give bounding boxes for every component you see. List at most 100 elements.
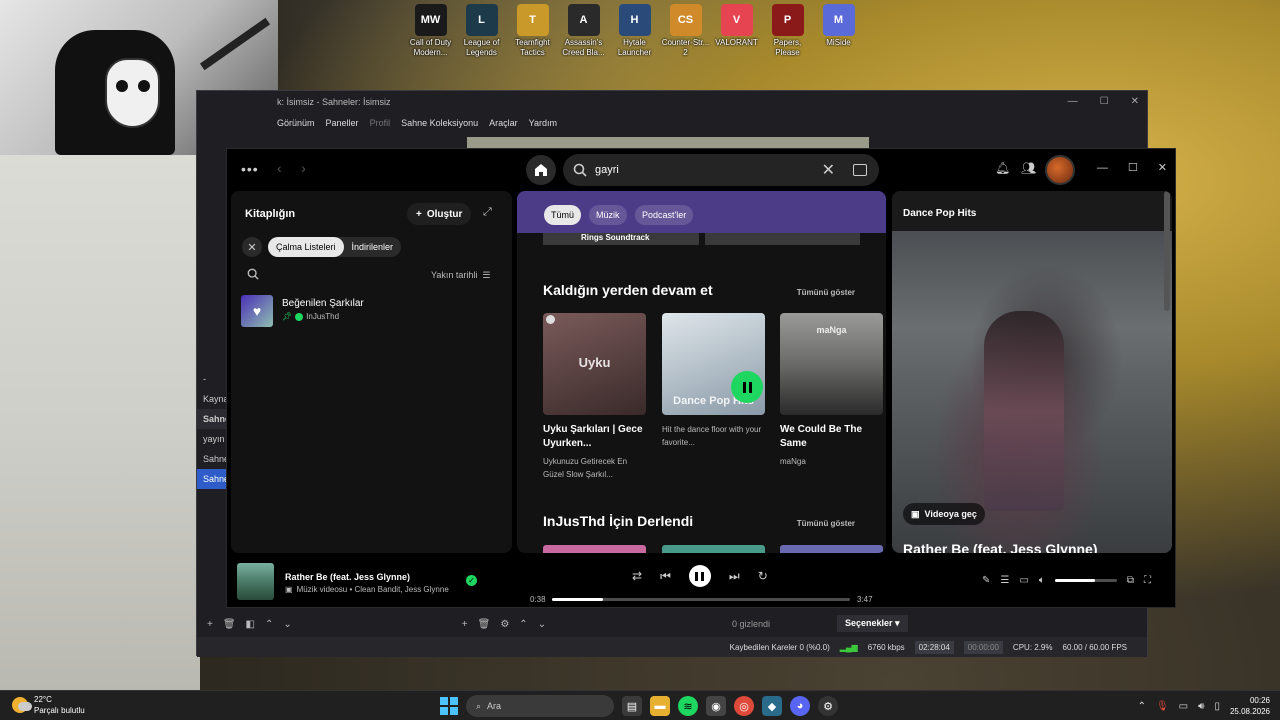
- card[interactable]: [780, 545, 883, 553]
- file-explorer-icon[interactable]: ▬: [650, 696, 670, 716]
- card[interactable]: maNga We Could Be The Same maNga: [780, 313, 884, 468]
- move-up-icon[interactable]: ⌃: [265, 619, 273, 630]
- volume-icon[interactable]: 🔊︎: [1198, 701, 1204, 712]
- menu-help[interactable]: Yardım: [529, 118, 557, 128]
- obs-icon[interactable]: ◉: [706, 696, 726, 716]
- move-down-icon[interactable]: ⌄: [283, 619, 291, 630]
- track-art[interactable]: [237, 563, 274, 600]
- menu-tools[interactable]: Araçlar: [489, 118, 518, 128]
- expand-icon[interactable]: ⤢: [483, 206, 492, 219]
- weather-widget[interactable]: 22°C Parçalı bulutlu: [12, 694, 85, 716]
- store-icon[interactable]: ◆: [762, 696, 782, 716]
- create-button[interactable]: + Oluştur: [407, 203, 472, 225]
- more-menu-icon[interactable]: •••: [241, 161, 259, 177]
- show-all-link[interactable]: Tümünü göster: [797, 519, 855, 528]
- source-down-icon[interactable]: ⌄: [538, 619, 546, 630]
- track-artists[interactable]: Müzik videosu • Clean Bandit, Jess Glynn…: [297, 585, 449, 594]
- forward-icon[interactable]: ›: [301, 160, 306, 176]
- settings-icon[interactable]: ⚙: [500, 619, 509, 630]
- delete-source-icon[interactable]: 🗑: [478, 619, 491, 630]
- library-search-icon[interactable]: [247, 268, 259, 283]
- switch-to-video-button[interactable]: ▣ Videoya geç: [903, 503, 985, 525]
- close-icon[interactable]: ✕: [1158, 161, 1167, 174]
- desktop-shortcut[interactable]: CS Counter-Str... 2: [660, 4, 711, 58]
- queue-icon[interactable]: ☰: [1000, 575, 1009, 586]
- friend-activity-icon[interactable]: 👥︎: [1021, 161, 1036, 175]
- next-icon[interactable]: ⏭︎: [729, 569, 740, 584]
- chip-playlists[interactable]: Çalma Listeleri: [268, 237, 344, 257]
- fullscreen-icon[interactable]: ⛶: [1144, 575, 1151, 586]
- steam-icon[interactable]: ⚙: [818, 696, 838, 716]
- desktop-shortcut[interactable]: V VALORANT: [711, 4, 762, 58]
- menu-docks[interactable]: Paneller: [326, 118, 359, 128]
- filter-icon[interactable]: ◧: [246, 619, 255, 630]
- card[interactable]: [543, 545, 646, 553]
- desktop-shortcut[interactable]: L League of Legends: [456, 4, 507, 58]
- volume-icon[interactable]: 🔈︎: [1039, 575, 1045, 586]
- pause-button[interactable]: [731, 371, 763, 403]
- back-icon[interactable]: ‹: [277, 160, 282, 176]
- minimize-icon[interactable]: —: [1068, 96, 1078, 107]
- add-source-icon[interactable]: +: [462, 619, 468, 630]
- desktop-shortcut[interactable]: P Papers, Please: [762, 4, 813, 58]
- source-up-icon[interactable]: ⌃: [519, 619, 527, 630]
- mic-icon[interactable]: ✎: [982, 575, 990, 586]
- saved-check-icon[interactable]: ✓: [466, 575, 477, 586]
- connect-device-icon[interactable]: ▭: [1019, 575, 1028, 586]
- close-icon[interactable]: ✕: [1131, 96, 1139, 107]
- progress-bar[interactable]: [552, 598, 850, 601]
- minimize-icon[interactable]: —: [1097, 162, 1108, 174]
- scrollbar[interactable]: [1164, 191, 1170, 311]
- scene-item[interactable]: yayın: [197, 429, 229, 449]
- avatar[interactable]: [1045, 155, 1075, 185]
- previous-icon[interactable]: ⏮︎: [660, 569, 671, 584]
- spotify-icon[interactable]: ≋: [678, 696, 698, 716]
- pause-button[interactable]: [688, 565, 711, 587]
- network-icon[interactable]: ▭: [1179, 701, 1188, 712]
- shuffle-icon[interactable]: ⇄: [632, 569, 642, 583]
- browse-icon[interactable]: [853, 164, 867, 176]
- desktop-shortcut[interactable]: MW Call of Duty Modern...: [405, 4, 456, 58]
- card[interactable]: Dance Pop Hits Hit the dance floor with …: [662, 313, 766, 449]
- track-title[interactable]: Rather Be (feat. Jess Glynne): [285, 572, 410, 582]
- task-view-icon[interactable]: ▤: [622, 696, 642, 716]
- panel-collapse[interactable]: -: [197, 369, 229, 389]
- desktop-shortcut[interactable]: A Assassin's Creed Bla...: [558, 4, 609, 58]
- repeat-icon[interactable]: ↻: [758, 569, 768, 583]
- show-all-link[interactable]: Tümünü göster: [797, 288, 855, 297]
- maximize-icon[interactable]: ☐: [1128, 161, 1138, 174]
- desktop-shortcut[interactable]: M MiSide: [813, 4, 864, 58]
- search-bar[interactable]: gayri ✕: [563, 154, 879, 186]
- volume-slider[interactable]: [1054, 579, 1117, 582]
- chevron-up-icon[interactable]: ⌃: [1138, 701, 1146, 712]
- chrome-icon[interactable]: ◎: [734, 696, 754, 716]
- scene-item[interactable]: Sahne: [197, 449, 229, 469]
- desktop-shortcut[interactable]: H Hytale Launcher: [609, 4, 660, 58]
- mic-icon[interactable]: 🎙︎: [1156, 701, 1169, 712]
- battery-icon[interactable]: ▯: [1214, 701, 1220, 712]
- options-dropdown[interactable]: Seçenekler ▾: [837, 615, 908, 632]
- home-button[interactable]: [526, 155, 556, 185]
- chip-all[interactable]: Tümü: [544, 205, 582, 225]
- sort-dropdown[interactable]: Yakın tarihli ☰: [431, 270, 490, 281]
- chip-music[interactable]: Müzik: [589, 205, 627, 225]
- delete-icon[interactable]: 🗑: [223, 619, 236, 630]
- discord-icon[interactable]: ◕: [790, 696, 810, 716]
- menu-view[interactable]: Görünüm: [277, 118, 315, 128]
- card[interactable]: [662, 545, 765, 553]
- add-icon[interactable]: +: [207, 619, 213, 630]
- clock[interactable]: 00:26 25.08.2026: [1230, 695, 1270, 717]
- chip-downloaded[interactable]: İndirilenler: [344, 237, 402, 257]
- chip-podcasts[interactable]: Podcast'ler: [635, 205, 694, 225]
- miniplayer-icon[interactable]: ⧉: [1127, 575, 1134, 586]
- maximize-icon[interactable]: ☐: [1100, 96, 1109, 107]
- search-input[interactable]: gayri: [595, 164, 822, 176]
- taskbar-search[interactable]: ⌕ Ara: [466, 695, 614, 717]
- scene-item-selected[interactable]: Sahne: [197, 469, 229, 489]
- card[interactable]: Uyku Uyku Şarkıları | Gece Uyurken... Uy…: [543, 313, 647, 481]
- previous-row-card[interactable]: [705, 233, 860, 245]
- notifications-icon[interactable]: 🔔︎: [995, 161, 1010, 175]
- desktop-shortcut[interactable]: T Teamfight Tactics: [507, 4, 558, 58]
- menu-profile[interactable]: Profil: [370, 118, 391, 128]
- menu-scene-collection[interactable]: Sahne Koleksiyonu: [401, 118, 478, 128]
